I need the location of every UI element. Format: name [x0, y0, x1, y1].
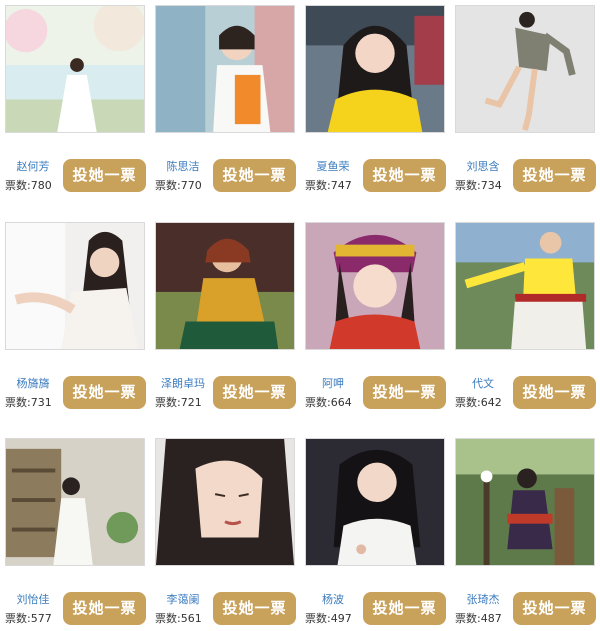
vote-button[interactable]: 投她一票 [363, 592, 446, 625]
vote-count: 票数:747 [305, 179, 352, 192]
vote-button[interactable]: 投她一票 [63, 592, 146, 625]
candidate-card: 李蔼阑 票数:561 投她一票 [155, 438, 296, 628]
vote-button[interactable]: 投她一票 [213, 159, 296, 192]
vote-button[interactable]: 投她一票 [213, 376, 296, 409]
vote-button[interactable]: 投她一票 [513, 592, 596, 625]
vote-button[interactable]: 投她一票 [513, 159, 596, 192]
vote-count: 票数:780 [5, 179, 52, 192]
candidate-card: 杨波 票数:497 投她一票 [305, 438, 446, 628]
candidate-photo[interactable] [455, 5, 595, 133]
candidate-name[interactable]: 夏鱼荣 [305, 158, 361, 174]
candidate-card: 刘思含 票数:734 投她一票 [455, 5, 596, 195]
candidate-card: 泽朗卓玛 票数:721 投她一票 [155, 222, 296, 412]
candidate-name[interactable]: 李蔼阑 [155, 591, 211, 607]
vote-button[interactable]: 投她一票 [363, 376, 446, 409]
candidate-name[interactable]: 泽朗卓玛 [155, 375, 211, 391]
vote-count: 票数:577 [5, 612, 52, 625]
candidate-card: 代文 票数:642 投她一票 [455, 222, 596, 412]
candidate-photo[interactable] [5, 5, 145, 133]
candidate-photo[interactable] [455, 438, 595, 566]
vote-count: 票数:731 [5, 396, 52, 409]
vote-button[interactable]: 投她一票 [363, 159, 446, 192]
vote-button[interactable]: 投她一票 [213, 592, 296, 625]
candidate-card: 张琦杰 票数:487 投她一票 [455, 438, 596, 628]
candidate-card: 夏鱼荣 票数:747 投她一票 [305, 5, 446, 195]
candidate-name[interactable]: 赵何芳 [5, 158, 61, 174]
vote-count: 票数:734 [455, 179, 502, 192]
candidate-photo[interactable] [455, 222, 595, 350]
vote-count: 票数:664 [305, 396, 352, 409]
candidate-card: 杨旖旖 票数:731 投她一票 [5, 222, 146, 412]
candidate-card: 刘怡佳 票数:577 投她一票 [5, 438, 146, 628]
candidate-name[interactable]: 张琦杰 [455, 591, 511, 607]
vote-button[interactable]: 投她一票 [63, 159, 146, 192]
candidate-photo[interactable] [155, 438, 295, 566]
candidate-card: 赵何芳 票数:780 投她一票 [5, 5, 146, 195]
vote-button[interactable]: 投她一票 [513, 376, 596, 409]
candidate-name[interactable]: 陈思洁 [155, 158, 211, 174]
candidate-name[interactable]: 杨波 [305, 591, 361, 607]
vote-count: 票数:770 [155, 179, 202, 192]
vote-button[interactable]: 投她一票 [63, 376, 146, 409]
candidate-photo[interactable] [5, 222, 145, 350]
candidate-photo[interactable] [305, 438, 445, 566]
candidate-name[interactable]: 阿呷 [305, 375, 361, 391]
candidate-photo[interactable] [155, 222, 295, 350]
vote-count: 票数:721 [155, 396, 202, 409]
candidate-photo[interactable] [305, 222, 445, 350]
candidate-grid: 赵何芳 票数:780 投她一票 陈思洁 票数:770 投她一票 夏鱼荣 票数:7… [0, 0, 600, 631]
vote-count: 票数:497 [305, 612, 352, 625]
candidate-card: 陈思洁 票数:770 投她一票 [155, 5, 296, 195]
candidate-photo[interactable] [305, 5, 445, 133]
candidate-name[interactable]: 刘怡佳 [5, 591, 61, 607]
candidate-card: 阿呷 票数:664 投她一票 [305, 222, 446, 412]
candidate-photo[interactable] [155, 5, 295, 133]
candidate-name[interactable]: 杨旖旖 [5, 375, 61, 391]
candidate-name[interactable]: 刘思含 [455, 158, 511, 174]
candidate-photo[interactable] [5, 438, 145, 566]
vote-count: 票数:561 [155, 612, 202, 625]
vote-count: 票数:487 [455, 612, 502, 625]
vote-count: 票数:642 [455, 396, 502, 409]
candidate-name[interactable]: 代文 [455, 375, 511, 391]
